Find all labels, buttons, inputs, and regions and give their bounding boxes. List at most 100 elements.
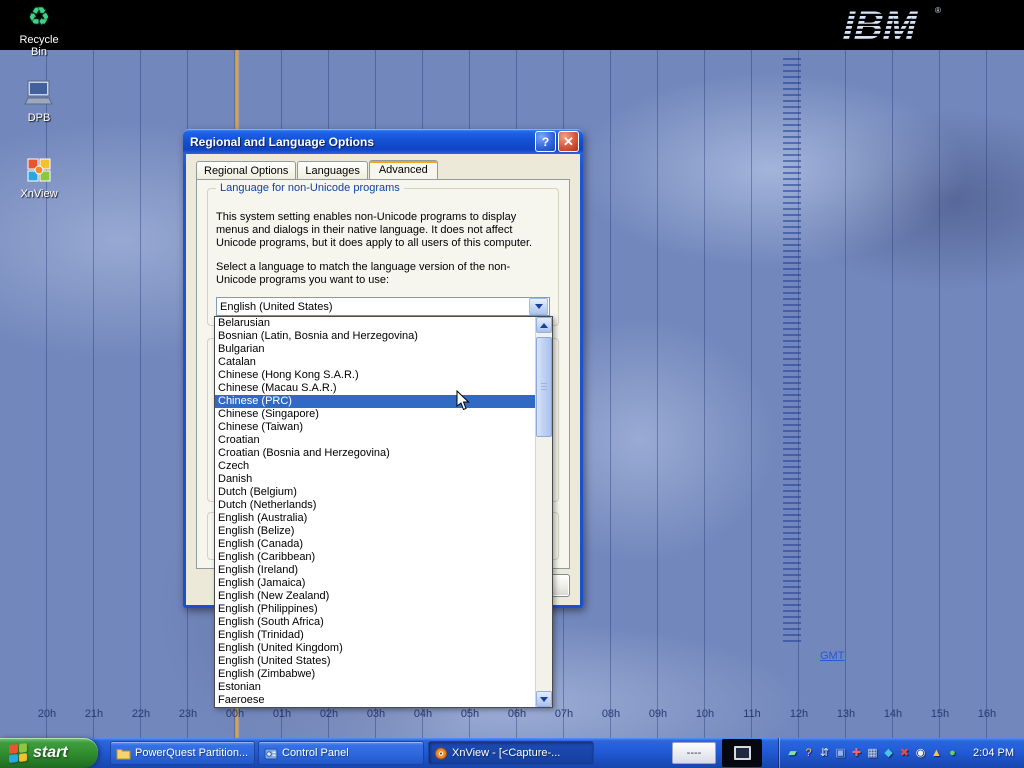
taskbar: start PowerQuest Partition... Control Pan… (0, 738, 1024, 768)
hour-label: 15h (924, 708, 956, 720)
task-label: XnView - [<Capture-... (452, 747, 560, 759)
dropdown-item[interactable]: English (South Africa) (215, 616, 535, 629)
language-combobox[interactable]: English (United States) (216, 297, 550, 316)
tray-icon-10[interactable]: ▲ (929, 745, 944, 761)
task-label: PowerQuest Partition... (135, 747, 248, 759)
dropdown-item[interactable]: English (Jamaica) (215, 577, 535, 590)
scroll-up-button[interactable] (536, 317, 552, 333)
hour-label: 16h (971, 708, 1003, 720)
dropdown-item[interactable]: English (Trinidad) (215, 629, 535, 642)
dropdown-item[interactable]: English (United Kingdom) (215, 642, 535, 655)
dropdown-item[interactable]: Bulgarian (215, 343, 535, 356)
tab-strip: Regional OptionsLanguagesAdvanced (196, 160, 439, 178)
groupbox-title: Language for non-Unicode programs (216, 182, 404, 194)
dropdown-item[interactable]: Chinese (Singapore) (215, 408, 535, 421)
dropdown-item[interactable]: English (Belize) (215, 525, 535, 538)
hour-label: 04h (407, 708, 439, 720)
tray-icon-7[interactable]: ◆ (881, 745, 896, 761)
dropdown-item[interactable]: Danish (215, 473, 535, 486)
instruction-text: Select a language to match the language … (216, 261, 548, 287)
hour-label: 06h (501, 708, 533, 720)
ibm-logo: IBM ® (836, 1, 946, 49)
dropdown-item[interactable]: English (Zimbabwe) (215, 668, 535, 681)
help-button[interactable]: ? (535, 131, 556, 152)
recycle-bin-icon: ♻ (10, 2, 68, 32)
dropdown-item[interactable]: English (New Zealand) (215, 590, 535, 603)
description-text: This system setting enables non-Unicode … (216, 211, 548, 250)
dpb-icon (10, 80, 68, 110)
mouse-cursor (456, 390, 470, 411)
dropdown-item[interactable]: Dutch (Belgium) (215, 486, 535, 499)
hour-label: 05h (454, 708, 486, 720)
dialog-titlebar[interactable]: Regional and Language Options ? ✕ (183, 129, 583, 154)
hour-label: 22h (125, 708, 157, 720)
dropdown-item[interactable]: Faeroese (215, 694, 535, 707)
tray-icon-4[interactable]: ▣ (833, 745, 848, 761)
dropdown-item[interactable]: English (Caribbean) (215, 551, 535, 564)
tray-icon-3[interactable]: ⇵ (817, 745, 832, 761)
scrollbar-thumb[interactable] (536, 337, 552, 437)
start-label: start (33, 744, 68, 762)
taskbar-task[interactable]: Control Panel (258, 741, 424, 765)
hour-label: 00h (219, 708, 251, 720)
gmt-label: GMT (820, 650, 844, 662)
desktop-icon-label: XnView (10, 188, 68, 200)
dropdown-item[interactable]: English (Australia) (215, 512, 535, 525)
taskbar-dark-segment[interactable] (722, 739, 762, 767)
dropdown-item[interactable]: English (Canada) (215, 538, 535, 551)
tray-icon-8[interactable]: ✖ (897, 745, 912, 761)
dropdown-item[interactable]: English (United States) (215, 655, 535, 668)
dropdown-item[interactable]: Croatian (Bosnia and Herzegovina) (215, 447, 535, 460)
tray-icon-11[interactable]: ● (945, 745, 960, 761)
dropdown-item[interactable]: Belarusian (215, 317, 535, 330)
desktop: ♻ Recycle Bin IBM ® 20h21h22h23h00h01h02… (0, 0, 1024, 768)
dropdown-item[interactable]: Bosnian (Latin, Bosnia and Herzegovina) (215, 330, 535, 343)
dropdown-item[interactable]: English (Ireland) (215, 564, 535, 577)
combobox-dropdown-button[interactable] (529, 298, 548, 315)
tray-icon-1[interactable]: ▰ (785, 745, 800, 761)
close-button[interactable]: ✕ (558, 131, 579, 152)
taskbar-task[interactable]: PowerQuest Partition... (110, 741, 255, 765)
hour-label: 01h (266, 708, 298, 720)
hour-label: 13h (830, 708, 862, 720)
tray-icon-9[interactable]: ◉ (913, 745, 928, 761)
dropdown-item[interactable]: Chinese (PRC) (215, 395, 535, 408)
taskbar-mini-segment[interactable]: ---- (672, 742, 716, 764)
folder-icon (116, 747, 131, 760)
top-black-band: ♻ Recycle Bin IBM ® (0, 0, 1024, 50)
desktop-icon-recycle-bin[interactable]: ♻ Recycle Bin (10, 2, 68, 58)
dropdown-item[interactable]: Chinese (Taiwan) (215, 421, 535, 434)
xnview-icon (434, 747, 448, 760)
dropdown-item[interactable]: Chinese (Hong Kong S.A.R.) (215, 369, 535, 382)
xnview-icon (10, 156, 68, 186)
ibm-registered-mark: ® (935, 6, 941, 15)
hour-label: 03h (360, 708, 392, 720)
taskbar-clock[interactable]: 2:04 PM (973, 747, 1024, 759)
tab-languages[interactable]: Languages (297, 161, 367, 179)
desktop-icon-xnview[interactable]: XnView (10, 156, 68, 200)
desktop-icon-dpb[interactable]: DPB (10, 80, 68, 124)
dropdown-item[interactable]: Croatian (215, 434, 535, 447)
scroll-down-button[interactable] (536, 691, 552, 707)
groupbox-language-non-unicode: Language for non-Unicode programs This s… (207, 188, 559, 326)
dialog-title: Regional and Language Options (190, 135, 533, 149)
tray-icon-5[interactable]: ✚ (849, 745, 864, 761)
dropdown-item[interactable]: Chinese (Macau S.A.R.) (215, 382, 535, 395)
tray-icon-6[interactable]: ▦ (865, 745, 880, 761)
dropdown-scrollbar[interactable] (535, 317, 552, 707)
dropdown-item[interactable]: Dutch (Netherlands) (215, 499, 535, 512)
tray-icon-2[interactable]: ? (801, 745, 816, 761)
dropdown-item[interactable]: Catalan (215, 356, 535, 369)
tab-regional-options[interactable]: Regional Options (196, 161, 296, 179)
timezone-hatch-band (783, 58, 801, 643)
task-label: Control Panel (282, 747, 349, 759)
dropdown-item[interactable]: Czech (215, 460, 535, 473)
dropdown-item[interactable]: English (Philippines) (215, 603, 535, 616)
hour-label: 23h (172, 708, 204, 720)
hour-label: 08h (595, 708, 627, 720)
taskbar-task[interactable]: XnView - [<Capture-... (428, 741, 594, 765)
dropdown-item[interactable]: Estonian (215, 681, 535, 694)
tab-advanced[interactable]: Advanced (369, 160, 438, 179)
ibm-logo-text: IBM (838, 3, 923, 48)
start-button[interactable]: start (0, 738, 98, 768)
